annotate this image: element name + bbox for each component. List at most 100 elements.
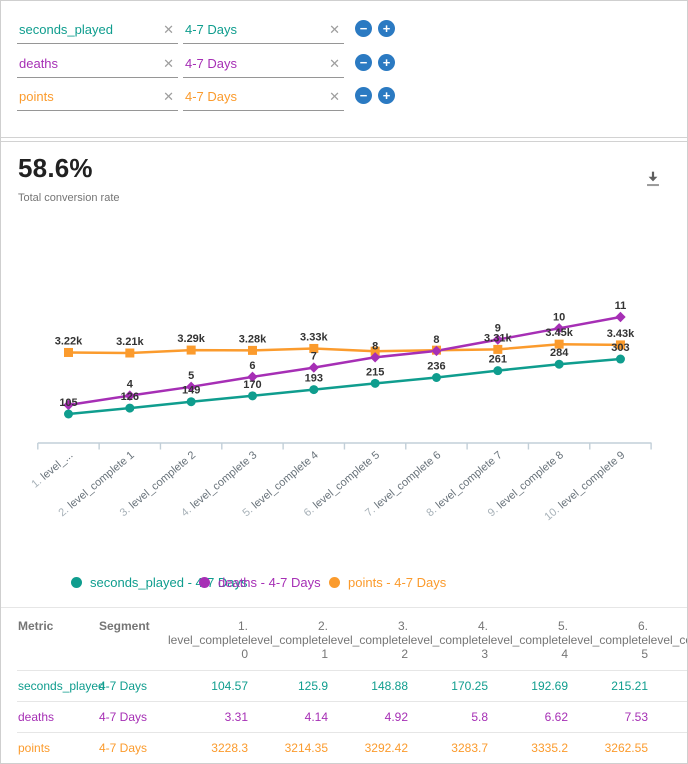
column-header-metric: Metric — [17, 608, 98, 670]
row-value: 104.57 — [168, 670, 248, 701]
column-header-step: 1.level_complete0 — [168, 608, 248, 670]
row-value — [648, 670, 687, 701]
row-metric: seconds_played — [17, 670, 98, 701]
data-point-marker — [493, 345, 502, 354]
data-point-marker — [615, 312, 625, 322]
segment-field[interactable]: 4-7 Days ✕ — [183, 82, 344, 111]
data-point-marker — [432, 373, 441, 382]
data-point-label: 126 — [121, 391, 139, 403]
data-point-label: 4 — [127, 379, 134, 391]
legend-label: points - 4-7 Days — [348, 575, 446, 590]
table-row: points4-7 Days3228.33214.353292.423283.7… — [17, 732, 687, 763]
clear-metric-icon[interactable]: ✕ — [163, 90, 174, 103]
clear-metric-icon[interactable]: ✕ — [163, 57, 174, 70]
clear-segment-icon[interactable]: ✕ — [329, 57, 340, 70]
selector-row-points: points ✕ 4-7 Days ✕ − + — [17, 82, 395, 111]
row-metric: points — [17, 732, 98, 763]
data-point-label: 6 — [249, 360, 255, 372]
column-header-step: 6.level_complete5 — [568, 608, 648, 670]
data-point-label: 8 — [433, 334, 439, 346]
clear-segment-icon[interactable]: ✕ — [329, 90, 340, 103]
data-point-marker — [187, 397, 196, 406]
series-line — [69, 359, 621, 414]
funnel-analysis-page: seconds_played ✕ 4-7 Days ✕ − + deaths ✕… — [0, 0, 688, 764]
funnel-line-chart: 1. level_...2. level_complete 13. level_… — [1, 207, 688, 567]
clear-segment-icon[interactable]: ✕ — [329, 23, 340, 36]
conversion-rate-label: Total conversion rate — [18, 192, 120, 204]
legend-dot — [329, 577, 340, 588]
series-line — [69, 317, 621, 405]
segment-field-value: 4-7 Days — [185, 56, 237, 71]
data-point-label: 303 — [611, 342, 629, 354]
data-point-label: 215 — [366, 366, 384, 378]
row-value: 3262.55 — [568, 732, 648, 763]
metric-field[interactable]: points ✕ — [17, 82, 178, 111]
metric-field-value: points — [19, 89, 54, 104]
data-point-marker — [616, 355, 625, 364]
remove-row-button[interactable]: − — [355, 20, 372, 37]
data-point-label: 3.31k — [484, 332, 512, 344]
data-point-label: 3.28k — [239, 333, 267, 345]
chart-legend: seconds_played - 4-7 Days deaths - 4-7 D… — [1, 575, 687, 595]
legend-label: deaths - 4-7 Days — [218, 575, 321, 590]
data-point-label: 236 — [427, 361, 445, 373]
row-value: 192.69 — [488, 670, 568, 701]
download-button[interactable] — [641, 168, 665, 192]
data-point-marker — [371, 379, 380, 388]
legend-dot — [71, 577, 82, 588]
metric-field-value: seconds_played — [19, 22, 113, 37]
metric-field[interactable]: seconds_played ✕ — [17, 15, 178, 44]
row-value: 125.9 — [248, 670, 328, 701]
segment-field[interactable]: 4-7 Days ✕ — [183, 49, 344, 78]
funnel-report-card: 58.6% Total conversion rate 1. level_...… — [1, 141, 687, 763]
data-point-label: 8 — [372, 340, 378, 352]
data-point-label: 5 — [188, 370, 194, 382]
legend-dot — [199, 577, 210, 588]
data-point-marker — [309, 362, 319, 372]
column-header-step: 5.level_complete4 — [488, 608, 568, 670]
series-line — [69, 344, 621, 353]
data-point-label: 7 — [311, 351, 317, 363]
remove-row-button[interactable]: − — [355, 87, 372, 104]
add-row-button[interactable]: + — [378, 87, 395, 104]
row-value — [648, 732, 687, 763]
data-point-label: 193 — [305, 373, 323, 385]
row-value: 3292.42 — [328, 732, 408, 763]
data-point-label: 3.45k — [545, 327, 573, 339]
row-value: 3335.2 — [488, 732, 568, 763]
row-value: 3214.35 — [248, 732, 328, 763]
segment-field-value: 4-7 Days — [185, 89, 237, 104]
row-value: 3228.3 — [168, 732, 248, 763]
row-value: 170.25 — [408, 670, 488, 701]
segment-field-value: 4-7 Days — [185, 22, 237, 37]
data-point-label: 170 — [243, 379, 261, 391]
metric-field[interactable]: deaths ✕ — [17, 49, 178, 78]
data-point-label: 3.29k — [177, 333, 205, 345]
row-value — [648, 701, 687, 732]
clear-metric-icon[interactable]: ✕ — [163, 23, 174, 36]
row-value: 4.92 — [328, 701, 408, 732]
row-value: 215.21 — [568, 670, 648, 701]
remove-row-button[interactable]: − — [355, 54, 372, 71]
add-row-button[interactable]: + — [378, 20, 395, 37]
metrics-table: MetricSegment1.level_complete02.level_co… — [17, 608, 687, 763]
segment-field[interactable]: 4-7 Days ✕ — [183, 15, 344, 44]
selector-row-deaths: deaths ✕ 4-7 Days ✕ − + — [17, 49, 395, 78]
data-point-label: 3.21k — [116, 336, 144, 348]
download-icon — [642, 168, 664, 190]
data-point-marker — [187, 346, 196, 355]
data-point-label: 3.22k — [55, 335, 83, 347]
data-point-label: 105 — [59, 397, 77, 409]
data-point-marker — [555, 360, 564, 369]
add-row-button[interactable]: + — [378, 54, 395, 71]
row-value: 3283.7 — [408, 732, 488, 763]
data-point-label: 149 — [182, 385, 200, 397]
column-header-segment: Segment — [98, 608, 168, 670]
row-value: 5.8 — [408, 701, 488, 732]
legend-item-points: points - 4-7 Days — [329, 575, 446, 590]
row-segment: 4-7 Days — [98, 701, 168, 732]
row-segment: 4-7 Days — [98, 732, 168, 763]
data-point-marker — [64, 348, 73, 357]
row-metric: deaths — [17, 701, 98, 732]
data-point-marker — [64, 410, 73, 419]
